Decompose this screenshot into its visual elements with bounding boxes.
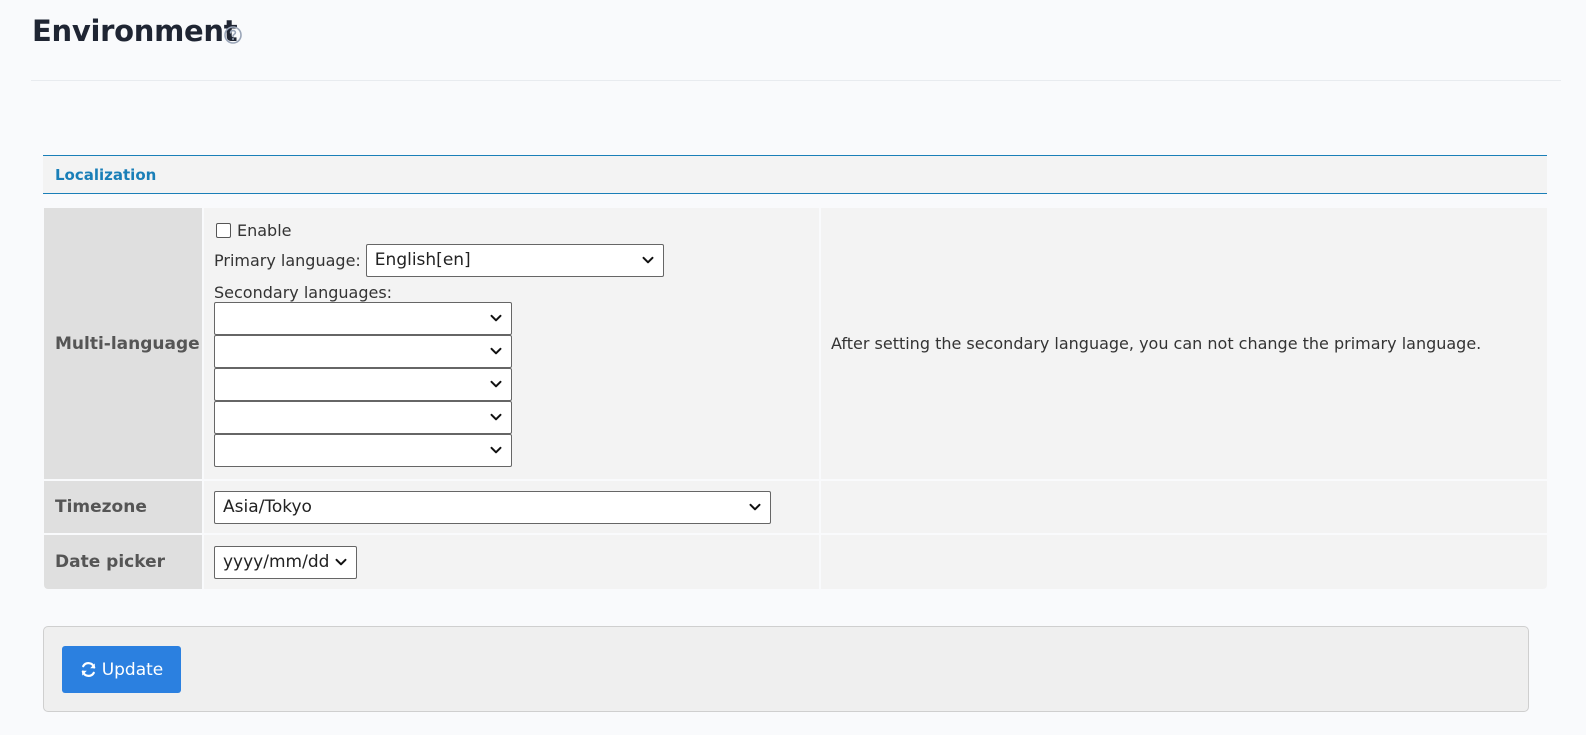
timezone-note bbox=[821, 481, 1547, 535]
chevron-down-icon bbox=[490, 314, 502, 322]
multi-language-row: Multi-language Enable Primary language: … bbox=[44, 208, 1547, 481]
secondary-language-select-1[interactable] bbox=[214, 301, 512, 335]
primary-language-select[interactable]: English[en] bbox=[365, 243, 664, 277]
enable-label: Enable bbox=[237, 220, 292, 240]
refresh-icon bbox=[81, 662, 96, 677]
update-button-label: Update bbox=[101, 659, 164, 680]
page-header: Environment bbox=[31, 0, 1561, 81]
chevron-down-icon bbox=[335, 558, 347, 566]
secondary-language-select-5[interactable] bbox=[214, 433, 512, 467]
secondary-languages-label: Secondary languages: bbox=[214, 282, 393, 302]
timezone-label: Timezone bbox=[44, 481, 204, 535]
secondary-language-select-3[interactable] bbox=[214, 367, 512, 401]
date-picker-select[interactable]: yyyy/mm/dd bbox=[214, 545, 357, 579]
footer-panel: Update bbox=[43, 626, 1529, 712]
secondary-language-select-4[interactable] bbox=[214, 400, 512, 434]
multi-language-note: After setting the secondary language, yo… bbox=[821, 208, 1547, 481]
date-picker-controls: yyyy/mm/dd bbox=[204, 535, 821, 589]
chevron-down-icon bbox=[642, 256, 654, 264]
page-title: Environment bbox=[32, 14, 238, 48]
date-picker-label: Date picker bbox=[44, 535, 204, 589]
secondary-language-select-2[interactable] bbox=[214, 334, 512, 368]
chevron-down-icon bbox=[490, 413, 502, 421]
chevron-down-icon bbox=[490, 446, 502, 454]
primary-language-value: English[en] bbox=[374, 250, 471, 270]
chevron-down-icon bbox=[749, 503, 761, 511]
multi-language-controls: Enable Primary language: English[en] Sec… bbox=[204, 208, 821, 481]
enable-checkbox[interactable] bbox=[216, 222, 231, 238]
timezone-row: Timezone Asia/Tokyo bbox=[44, 481, 1547, 535]
primary-language-label: Primary language: bbox=[214, 250, 361, 270]
update-button[interactable]: Update bbox=[62, 646, 181, 693]
date-picker-row: Date picker yyyy/mm/dd bbox=[44, 535, 1547, 589]
section-title: Localization bbox=[55, 166, 157, 184]
primary-language-line: Primary language: English[en] bbox=[214, 243, 809, 277]
timezone-value: Asia/Tokyo bbox=[223, 497, 312, 517]
date-picker-value: yyyy/mm/dd bbox=[223, 552, 330, 572]
multi-language-label: Multi-language bbox=[44, 208, 204, 481]
timezone-select[interactable]: Asia/Tokyo bbox=[214, 490, 771, 524]
chevron-down-icon bbox=[490, 380, 502, 388]
chevron-down-icon bbox=[490, 347, 502, 355]
enable-line: Enable bbox=[214, 221, 809, 240]
timezone-controls: Asia/Tokyo bbox=[204, 481, 821, 535]
date-picker-note bbox=[821, 535, 1547, 589]
section-header: Localization bbox=[43, 155, 1547, 194]
question-circle-icon[interactable] bbox=[223, 25, 243, 45]
settings-table: Multi-language Enable Primary language: … bbox=[44, 208, 1547, 589]
